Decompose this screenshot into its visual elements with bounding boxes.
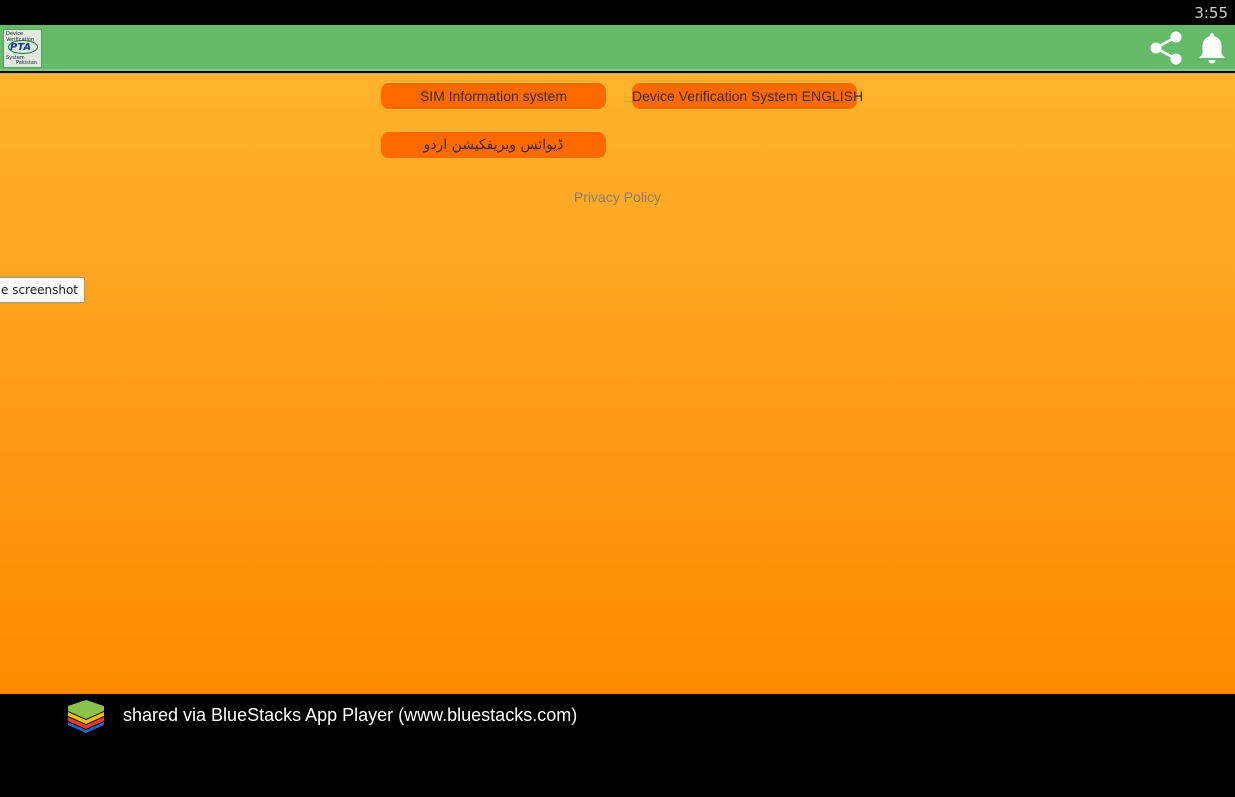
status-bar: 3:55 [0,0,1235,25]
main-content: SIM Information system Device Verificati… [0,73,1235,694]
bluestacks-logo-icon [68,700,104,733]
sim-information-button[interactable]: SIM Information system [381,83,606,109]
logo-brand: PTA [10,42,32,53]
device-verification-urdu-button[interactable]: ڈیوائس ویریفکیشن اردو [381,132,606,158]
logo-text-line4: Pakistan [16,60,37,66]
app-bar: Device Verification PTA System Pakistan [0,25,1235,71]
share-icon[interactable] [1147,29,1185,67]
footer-text: shared via BlueStacks App Player (www.bl… [123,705,578,725]
status-time: 3:55 [1194,4,1228,22]
footer-bar: shared via BlueStacks App Player (www.bl… [0,694,1235,797]
device-verification-english-button[interactable]: Device Verification System ENGLISH [632,83,863,109]
privacy-policy-link[interactable]: Privacy Policy [0,189,1235,205]
screenshot-tooltip: e screenshot [0,277,85,303]
bell-icon[interactable] [1196,30,1228,66]
pta-logo[interactable]: Device Verification PTA System Pakistan [3,29,42,68]
